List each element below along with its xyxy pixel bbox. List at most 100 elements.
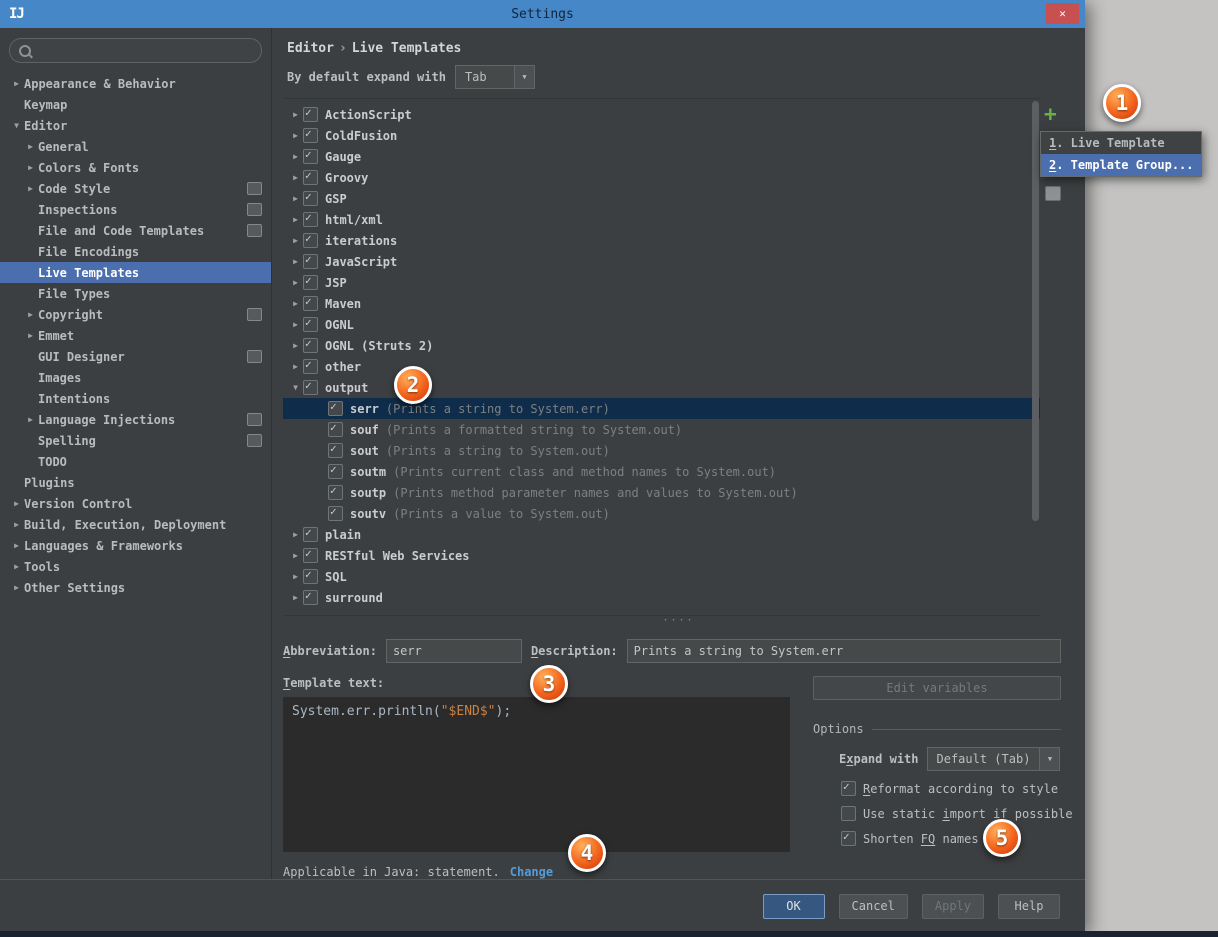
chevron-right-icon[interactable]: ▶ — [288, 110, 303, 119]
sidebar-item-language-injections[interactable]: ▶Language Injections — [0, 409, 271, 430]
sidebar-item-emmet[interactable]: ▶Emmet — [0, 325, 271, 346]
popup-item-1[interactable]: 1. Live Template — [1041, 132, 1201, 154]
template-checkbox[interactable] — [328, 464, 343, 479]
template-group-ognl-struts-2[interactable]: ▶OGNL (Struts 2) — [283, 335, 1040, 356]
template-group-coldfusion[interactable]: ▶ColdFusion — [283, 125, 1040, 146]
chevron-right-icon[interactable]: ▶ — [9, 583, 24, 592]
sidebar-item-live-templates[interactable]: Live Templates — [0, 262, 271, 283]
description-input[interactable] — [627, 639, 1061, 663]
abbreviation-input[interactable] — [386, 639, 522, 663]
template-checkbox[interactable] — [328, 443, 343, 458]
group-checkbox[interactable] — [303, 296, 318, 311]
chevron-right-icon[interactable]: ▶ — [288, 215, 303, 224]
vertical-scrollbar[interactable] — [1031, 99, 1040, 615]
chevron-right-icon[interactable]: ▶ — [288, 593, 303, 602]
template-row-soutp[interactable]: soutp(Prints method parameter names and … — [283, 482, 1040, 503]
chevron-right-icon[interactable]: ▶ — [288, 173, 303, 182]
group-checkbox[interactable] — [303, 590, 318, 605]
sidebar-item-editor[interactable]: ▼Editor — [0, 115, 271, 136]
search-input[interactable] — [38, 43, 252, 59]
breadcrumb-editor[interactable]: Editor — [287, 41, 334, 56]
sidebar-item-version-control[interactable]: ▶Version Control — [0, 493, 271, 514]
chevron-right-icon[interactable]: ▶ — [9, 562, 24, 571]
default-expand-combobox[interactable]: Tab ▼ — [455, 65, 535, 89]
chevron-down-icon[interactable]: ▼ — [288, 383, 303, 392]
chevron-right-icon[interactable]: ▶ — [288, 257, 303, 266]
popup-item-2[interactable]: 2. Template Group... — [1041, 154, 1201, 176]
close-button[interactable]: ✕ — [1046, 3, 1079, 24]
sidebar-item-general[interactable]: ▶General — [0, 136, 271, 157]
template-row-souf[interactable]: souf(Prints a formatted string to System… — [283, 419, 1040, 440]
sidebar-item-tools[interactable]: ▶Tools — [0, 556, 271, 577]
apply-button[interactable]: Apply — [922, 894, 984, 919]
chevron-right-icon[interactable]: ▶ — [288, 362, 303, 371]
template-group-ognl[interactable]: ▶OGNL — [283, 314, 1040, 335]
group-checkbox[interactable] — [303, 191, 318, 206]
template-group-javascript[interactable]: ▶JavaScript — [283, 251, 1040, 272]
sidebar-item-inspections[interactable]: Inspections — [0, 199, 271, 220]
duplicate-icon[interactable] — [1045, 186, 1061, 201]
template-group-surround[interactable]: ▶surround — [283, 587, 1040, 608]
search-box[interactable] — [9, 38, 262, 63]
chevron-right-icon[interactable]: ▶ — [288, 131, 303, 140]
sidebar-item-copyright[interactable]: ▶Copyright — [0, 304, 271, 325]
breadcrumb-live-templates[interactable]: Live Templates — [352, 41, 462, 56]
option-checkbox[interactable] — [841, 806, 856, 821]
chevron-right-icon[interactable]: ▶ — [288, 299, 303, 308]
chevron-right-icon[interactable]: ▶ — [288, 530, 303, 539]
chevron-right-icon[interactable]: ▶ — [23, 142, 38, 151]
template-row-soutv[interactable]: soutv(Prints a value to System.out) — [283, 503, 1040, 524]
change-link[interactable]: Change — [510, 865, 553, 879]
option-checkbox[interactable] — [841, 781, 856, 796]
group-checkbox[interactable] — [303, 338, 318, 353]
option-row-0[interactable]: Reformat according to style — [841, 781, 1061, 796]
group-checkbox[interactable] — [303, 149, 318, 164]
chevron-right-icon[interactable]: ▶ — [23, 415, 38, 424]
chevron-right-icon[interactable]: ▶ — [9, 541, 24, 550]
help-button[interactable]: Help — [998, 894, 1060, 919]
template-row-sout[interactable]: sout(Prints a string to System.out) — [283, 440, 1040, 461]
chevron-right-icon[interactable]: ▶ — [23, 163, 38, 172]
cancel-button[interactable]: Cancel — [839, 894, 908, 919]
group-checkbox[interactable] — [303, 548, 318, 563]
scrollbar-thumb[interactable] — [1032, 101, 1039, 521]
group-checkbox[interactable] — [303, 317, 318, 332]
sidebar-item-file-types[interactable]: File Types — [0, 283, 271, 304]
sidebar-item-code-style[interactable]: ▶Code Style — [0, 178, 271, 199]
template-group-html-xml[interactable]: ▶html/xml — [283, 209, 1040, 230]
chevron-right-icon[interactable]: ▶ — [288, 194, 303, 203]
expand-with-combobox[interactable]: Default (Tab) ▼ — [927, 747, 1061, 771]
template-group-restful-web-services[interactable]: ▶RESTful Web Services — [283, 545, 1040, 566]
group-checkbox[interactable] — [303, 527, 318, 542]
template-group-gauge[interactable]: ▶Gauge — [283, 146, 1040, 167]
chevron-right-icon[interactable]: ▶ — [288, 152, 303, 161]
chevron-right-icon[interactable]: ▶ — [288, 341, 303, 350]
chevron-right-icon[interactable]: ▶ — [9, 520, 24, 529]
group-checkbox[interactable] — [303, 170, 318, 185]
sidebar-item-spelling[interactable]: Spelling — [0, 430, 271, 451]
template-checkbox[interactable] — [328, 506, 343, 521]
chevron-right-icon[interactable]: ▶ — [288, 236, 303, 245]
chevron-right-icon[interactable]: ▶ — [23, 184, 38, 193]
sidebar-item-build-execution-deployment[interactable]: ▶Build, Execution, Deployment — [0, 514, 271, 535]
sidebar-item-keymap[interactable]: Keymap — [0, 94, 271, 115]
option-row-2[interactable]: Shorten FQ names — [841, 831, 1061, 846]
chevron-right-icon[interactable]: ▶ — [23, 310, 38, 319]
sidebar-item-gui-designer[interactable]: GUI Designer — [0, 346, 271, 367]
sidebar-item-images[interactable]: Images — [0, 367, 271, 388]
sidebar-item-languages-frameworks[interactable]: ▶Languages & Frameworks — [0, 535, 271, 556]
sidebar-item-other-settings[interactable]: ▶Other Settings — [0, 577, 271, 598]
group-checkbox[interactable] — [303, 359, 318, 374]
template-group-jsp[interactable]: ▶JSP — [283, 272, 1040, 293]
sidebar-item-file-encodings[interactable]: File Encodings — [0, 241, 271, 262]
chevron-right-icon[interactable]: ▶ — [288, 278, 303, 287]
sidebar-item-todo[interactable]: TODO — [0, 451, 271, 472]
template-row-soutm[interactable]: soutm(Prints current class and method na… — [283, 461, 1040, 482]
chevron-right-icon[interactable]: ▶ — [23, 331, 38, 340]
chevron-down-icon[interactable]: ▼ — [1039, 748, 1059, 770]
chevron-right-icon[interactable]: ▶ — [9, 79, 24, 88]
template-group-plain[interactable]: ▶plain — [283, 524, 1040, 545]
template-group-actionscript[interactable]: ▶ActionScript — [283, 104, 1040, 125]
template-group-groovy[interactable]: ▶Groovy — [283, 167, 1040, 188]
sidebar-item-colors-fonts[interactable]: ▶Colors & Fonts — [0, 157, 271, 178]
